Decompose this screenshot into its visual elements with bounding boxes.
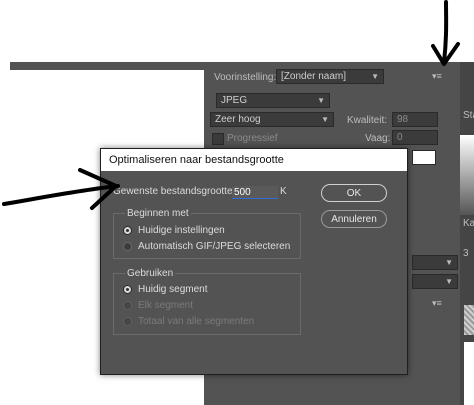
annotation-arrows (2, 0, 460, 210)
arrow-top-shaft (442, 0, 449, 64)
